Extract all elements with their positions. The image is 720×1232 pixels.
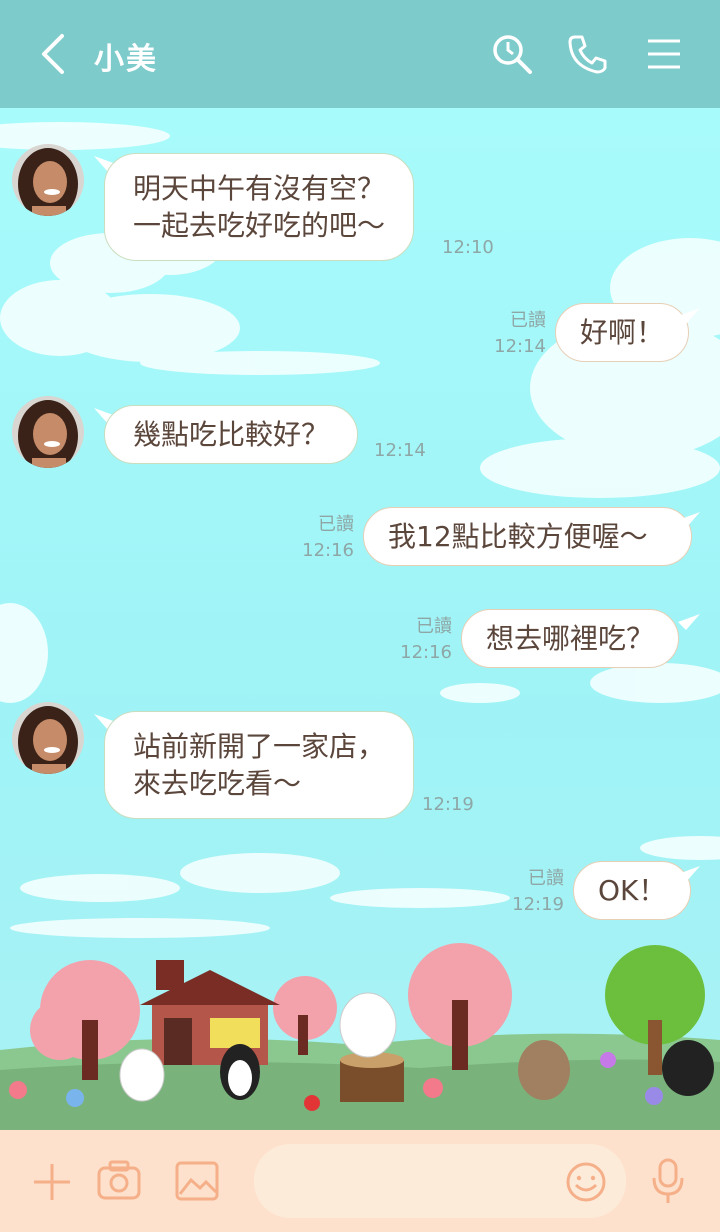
contact-avatar[interactable] [12,396,84,468]
message-read-status: 已讀 12:14 [490,308,546,360]
read-receipt: 已讀 [318,514,354,535]
message-text-line: 一起去吃好吃的吧～ [133,209,386,242]
read-receipt: 已讀 [416,616,452,637]
message-time: 12:19 [422,794,474,815]
message-time: 12:16 [400,642,452,663]
message-text: 我12點比較方便喔～ [388,520,648,553]
bubble-tail [678,614,700,630]
message-text-line: 明天中午有沒有空？ [133,172,386,205]
message-text: OK！ [598,874,667,907]
message-bubble[interactable]: 站前新開了一家店， 來去吃吃看～ [104,711,414,819]
chat-header: 小美 [0,0,720,108]
message-time: 12:19 [512,894,564,915]
message-read-status: 已讀 12:16 [396,614,452,666]
search-icon[interactable] [490,32,534,76]
camera-icon[interactable] [96,1158,142,1202]
message-bubble[interactable]: 幾點吃比較好？ [104,405,359,464]
chat-area[interactable]: 明天中午有沒有空？ 一起去吃好吃的吧～ 12:10 已讀 12:14 好啊！ 幾… [0,108,720,1130]
contact-avatar[interactable] [12,144,84,216]
message-time: 12:14 [494,336,546,357]
emoji-icon[interactable] [564,1160,608,1204]
message-text-line: 來去吃吃看～ [133,767,302,800]
chat-title: 小美 [94,42,158,77]
message-read-status: 已讀 12:16 [298,512,354,564]
message-text: 想去哪裡吃？ [486,622,655,655]
bubble-tail [678,866,700,882]
message-time: 12:14 [374,440,426,461]
background-landscape [0,943,720,1130]
message-text-line: 幾點吃比較好？ [133,418,330,451]
message-time: 12:10 [442,237,494,258]
phone-icon[interactable] [566,32,610,76]
bubble-tail [678,308,700,324]
message-text: 好啊！ [580,316,665,349]
message-time: 12:16 [302,540,354,561]
message-bubble[interactable]: 明天中午有沒有空？ 一起去吃好吃的吧～ [104,153,415,261]
contact-avatar[interactable] [12,702,84,774]
image-icon[interactable] [174,1160,220,1202]
read-receipt: 已讀 [528,868,564,889]
message-input-bar [0,1130,720,1232]
menu-icon[interactable] [642,32,686,76]
plus-icon[interactable] [30,1160,74,1204]
message-bubble[interactable]: 好啊！ [555,303,690,362]
back-arrow-icon[interactable] [34,30,74,78]
message-read-status: 已讀 12:19 [508,866,564,918]
bubble-tail [678,512,700,528]
message-text-line: 站前新開了一家店， [133,730,386,763]
read-receipt: 已讀 [510,310,546,331]
message-bubble[interactable]: 我12點比較方便喔～ [363,507,692,566]
microphone-icon[interactable] [648,1156,688,1206]
message-bubble[interactable]: OK！ [573,861,692,920]
message-bubble[interactable]: 想去哪裡吃？ [461,609,680,668]
